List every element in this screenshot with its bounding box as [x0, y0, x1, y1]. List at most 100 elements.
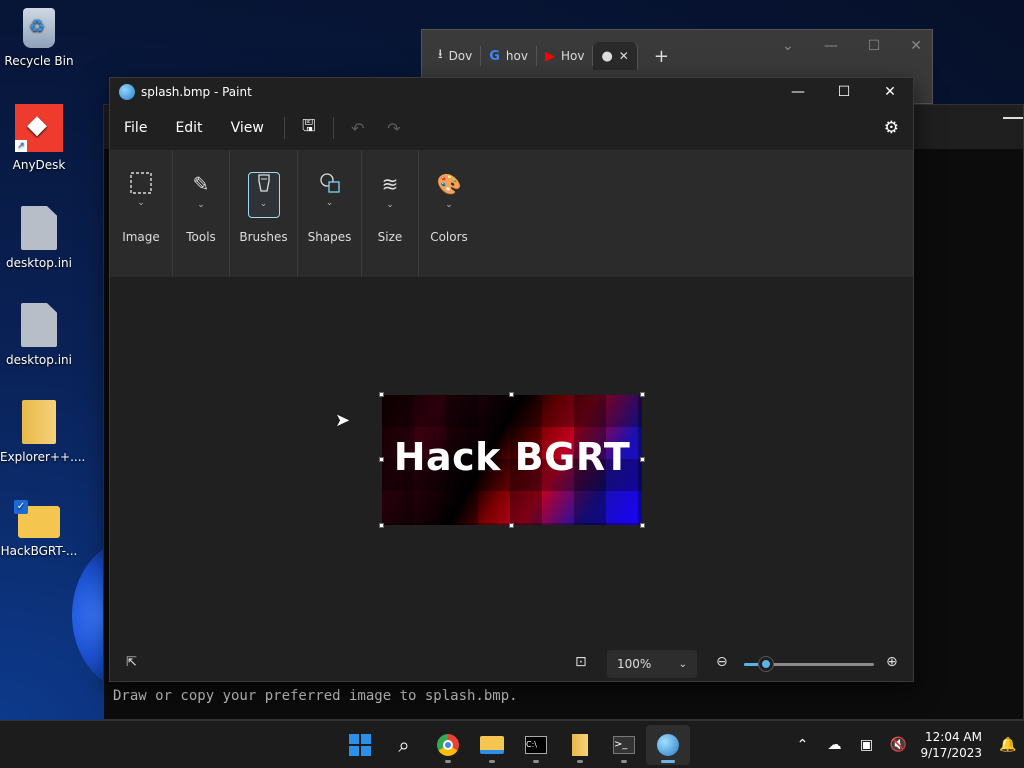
paint-window[interactable]: splash.bmp - Paint — ☐ ✕ File Edit View … — [109, 77, 914, 682]
clock[interactable]: 12:04 AM 9/17/2023 — [920, 729, 982, 761]
windows-logo-icon — [349, 734, 371, 756]
paint-icon — [657, 734, 679, 756]
menu-file[interactable]: File — [110, 120, 161, 136]
browser-tab-download[interactable]: ⭳ Dov — [430, 46, 482, 66]
tools-icon[interactable]: ✎ ⌄ — [185, 172, 217, 218]
desktop-icon-label: desktop.ini — [6, 256, 72, 270]
desktop-icon-desktop-ini-2[interactable]: desktop.ini — [0, 303, 78, 367]
status-bar: ⇱ ⊡ 100% ⌄ ⊖ ⊕ — [110, 647, 913, 681]
select-icon[interactable]: ⌄ — [125, 172, 157, 218]
terminal-icon: C:\ — [525, 736, 547, 754]
size-icon[interactable]: ≋ ⌄ — [374, 172, 406, 218]
menu-bar: File Edit View 🖫 ↶ ↷ ⚙ — [110, 106, 913, 150]
minimize-icon[interactable]: — — [824, 38, 838, 54]
zoom-slider-thumb[interactable] — [759, 657, 774, 671]
taskbar-terminal[interactable]: C:\ — [514, 725, 558, 765]
ribbon-group-image[interactable]: ⌄ Image — [110, 150, 173, 277]
close-icon[interactable]: ✕ — [910, 38, 922, 54]
ribbon-group-tools[interactable]: ✎ ⌄ Tools — [173, 150, 230, 277]
resize-handle[interactable] — [379, 523, 384, 528]
taskbar-chrome[interactable] — [426, 725, 470, 765]
maximize-icon[interactable]: ☐ — [868, 38, 881, 54]
download-icon: ⭳ — [438, 47, 443, 62]
chevron-down-icon[interactable]: ⌄ — [260, 199, 268, 209]
chevron-down-icon[interactable]: ⌄ — [326, 198, 334, 208]
chevron-down-icon[interactable]: ⌄ — [445, 200, 453, 210]
resize-handle[interactable] — [509, 392, 514, 397]
recycle-bin-icon — [23, 8, 55, 48]
chrome-icon — [437, 734, 459, 756]
menu-view[interactable]: View — [217, 120, 278, 136]
ribbon-label: Shapes — [307, 230, 352, 244]
desktop-icon-explorerpp[interactable]: Explorer++.... — [0, 400, 86, 464]
ribbon-group-size[interactable]: ≋ ⌄ Size — [362, 150, 419, 277]
file-explorer-icon — [480, 736, 504, 754]
settings-gear-icon[interactable]: ⚙ — [884, 118, 899, 138]
chevron-up-icon[interactable]: ⌃ — [786, 737, 818, 753]
shapes-icon[interactable]: ⌄ — [314, 172, 346, 218]
tab-label: Dov — [448, 49, 473, 63]
palette-icon[interactable]: 🎨 ⌄ — [433, 172, 465, 218]
browser-tab-github[interactable]: ● ✕ — [593, 42, 638, 70]
github-icon: ● — [601, 48, 613, 64]
volume-muted-icon[interactable]: 🔇 — [882, 737, 914, 753]
anydesk-icon: ↗ — [15, 104, 63, 152]
ribbon-label: Size — [377, 230, 403, 244]
start-button[interactable] — [338, 725, 382, 765]
taskbar-paint[interactable] — [646, 725, 690, 765]
chevron-down-icon[interactable]: ⌄ — [137, 198, 145, 208]
zip-folder-icon — [22, 400, 56, 444]
ribbon-group-brushes[interactable]: ⌄ Brushes — [230, 150, 298, 277]
onedrive-icon[interactable]: ☁ — [818, 737, 850, 753]
fit-to-window-icon[interactable]: ⊡ — [575, 654, 587, 670]
menu-edit[interactable]: Edit — [161, 120, 216, 136]
resize-handle[interactable] — [379, 392, 384, 397]
desktop-icon-hackbgrt[interactable]: ✓ HackBGRT-... — [0, 498, 78, 558]
taskbar-archive[interactable] — [558, 725, 602, 765]
canvas-area[interactable]: Hack BGRT ➤ — [110, 277, 913, 649]
zoom-value: 100% — [617, 657, 652, 671]
clock-time: 12:04 AM — [925, 730, 982, 744]
zoom-select[interactable]: 100% ⌄ — [607, 650, 697, 678]
divider — [332, 117, 334, 139]
minimize-icon[interactable] — [1003, 117, 1023, 119]
desktop-icon-label: Explorer++.... — [0, 450, 86, 464]
taskbar-file-explorer[interactable] — [470, 725, 514, 765]
chevron-down-icon[interactable]: ⌄ — [386, 200, 394, 210]
brush-icon[interactable]: ⌄ — [247, 172, 280, 218]
resize-handle[interactable] — [640, 523, 645, 528]
resize-handle[interactable] — [379, 457, 384, 462]
redo-icon[interactable]: ↷ — [376, 119, 412, 138]
image-canvas[interactable]: Hack BGRT — [382, 395, 642, 525]
chevron-down-icon[interactable]: ⌄ — [679, 659, 687, 670]
desktop-icon-desktop-ini-1[interactable]: desktop.ini — [0, 206, 78, 270]
close-tab-icon[interactable]: ✕ — [619, 49, 629, 63]
chevron-down-icon[interactable]: ⌄ — [782, 38, 794, 54]
desktop-icon-label: desktop.ini — [6, 353, 72, 367]
resize-handle[interactable] — [640, 392, 645, 397]
zoom-out-icon[interactable]: ⊖ — [716, 654, 728, 670]
search-button[interactable]: ⌕ — [382, 725, 426, 765]
desktop-icon-anydesk[interactable]: ↗ AnyDesk — [0, 104, 78, 172]
undo-icon[interactable]: ↶ — [340, 119, 376, 138]
browser-tab-google[interactable]: G hov — [481, 46, 537, 66]
chevron-down-icon[interactable]: ⌄ — [197, 200, 205, 210]
minimize-button[interactable]: — — [775, 78, 821, 106]
resize-handle[interactable] — [640, 457, 645, 462]
ribbon-group-colors[interactable]: 🎨 ⌄ Colors — [419, 150, 479, 277]
zoom-slider[interactable] — [744, 657, 874, 671]
browser-tab-youtube[interactable]: ▶ Hov — [537, 46, 594, 66]
close-button[interactable]: ✕ — [867, 78, 913, 106]
save-icon[interactable]: 🖫 — [291, 115, 327, 142]
desktop-icon-recycle-bin[interactable]: Recycle Bin — [0, 8, 78, 68]
ribbon-label: Tools — [186, 230, 216, 244]
notification-bell-icon[interactable]: 🔔 — [992, 737, 1024, 753]
taskbar-terminal-2[interactable]: >_ — [602, 725, 646, 765]
new-tab-button[interactable]: + — [654, 46, 669, 67]
ribbon-group-shapes[interactable]: ⌄ Shapes — [298, 150, 362, 277]
maximize-button[interactable]: ☐ — [821, 78, 867, 106]
resize-handle[interactable] — [509, 523, 514, 528]
zoom-in-icon[interactable]: ⊕ — [886, 654, 898, 670]
ribbon-toolbar: ⌄ Image ✎ ⌄ Tools ⌄ Brushes ⌄ Shapes ≋ ⌄ S… — [110, 150, 913, 277]
network-icon[interactable]: ▣ — [850, 737, 882, 753]
